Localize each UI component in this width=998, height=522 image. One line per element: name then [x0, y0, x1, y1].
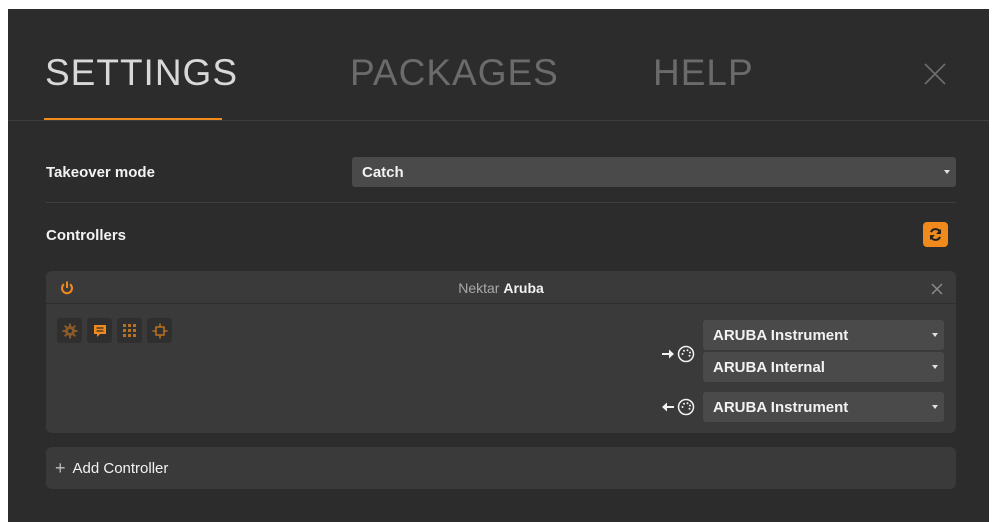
controller-card: Nektar Aruba ARUBA Instrument ARUBA Inte… [46, 271, 956, 433]
grid-view-button[interactable] [117, 318, 142, 343]
midi-input-2-value: ARUBA Internal [713, 358, 825, 376]
midi-out-icon [660, 398, 700, 416]
midi-in-icon [660, 345, 700, 363]
mapping-button[interactable] [147, 318, 172, 343]
gear-icon [62, 323, 77, 338]
controllers-label: Controllers [46, 227, 127, 244]
refresh-icon [929, 228, 942, 241]
controller-brand: Nektar [458, 280, 500, 296]
takeover-mode-select[interactable]: Catch [352, 157, 956, 187]
refresh-controllers-button[interactable] [923, 222, 948, 247]
tab-settings[interactable]: SETTINGS [45, 51, 238, 95]
remove-controller-icon[interactable] [931, 282, 943, 295]
close-icon[interactable] [920, 59, 950, 89]
midi-output-select[interactable]: ARUBA Instrument [703, 392, 944, 422]
add-controller-label: Add Controller [72, 459, 169, 477]
midi-input-1-value: ARUBA Instrument [713, 326, 849, 344]
notifications-button[interactable] [87, 318, 112, 343]
chevron-down-icon [932, 365, 938, 369]
speech-bubble-icon [93, 324, 106, 337]
tab-bar: SETTINGS PACKAGES HELP [8, 9, 989, 121]
chevron-down-icon [932, 333, 938, 337]
controller-model: Aruba [503, 280, 544, 296]
midi-input-1-select[interactable]: ARUBA Instrument [703, 320, 944, 350]
midi-output-value: ARUBA Instrument [713, 398, 849, 416]
tab-divider [8, 120, 989, 121]
plus-icon: + [55, 457, 66, 478]
grid-icon [122, 323, 136, 337]
tab-packages[interactable]: PACKAGES [350, 51, 559, 95]
section-divider [46, 202, 956, 203]
chevron-down-icon [932, 405, 938, 409]
controller-card-header: Nektar Aruba [46, 271, 956, 304]
controller-title: Nektar Aruba [46, 280, 956, 296]
takeover-mode-value: Catch [362, 163, 404, 181]
crosshair-icon [152, 323, 167, 338]
chevron-down-icon [944, 170, 950, 174]
controller-settings-button[interactable] [57, 318, 82, 343]
midi-input-2-select[interactable]: ARUBA Internal [703, 352, 944, 382]
tab-help[interactable]: HELP [653, 51, 754, 95]
takeover-mode-label: Takeover mode [46, 164, 155, 181]
preferences-panel: SETTINGS PACKAGES HELP Takeover mode Cat… [8, 9, 989, 522]
add-controller-button[interactable]: + Add Controller [46, 447, 956, 489]
